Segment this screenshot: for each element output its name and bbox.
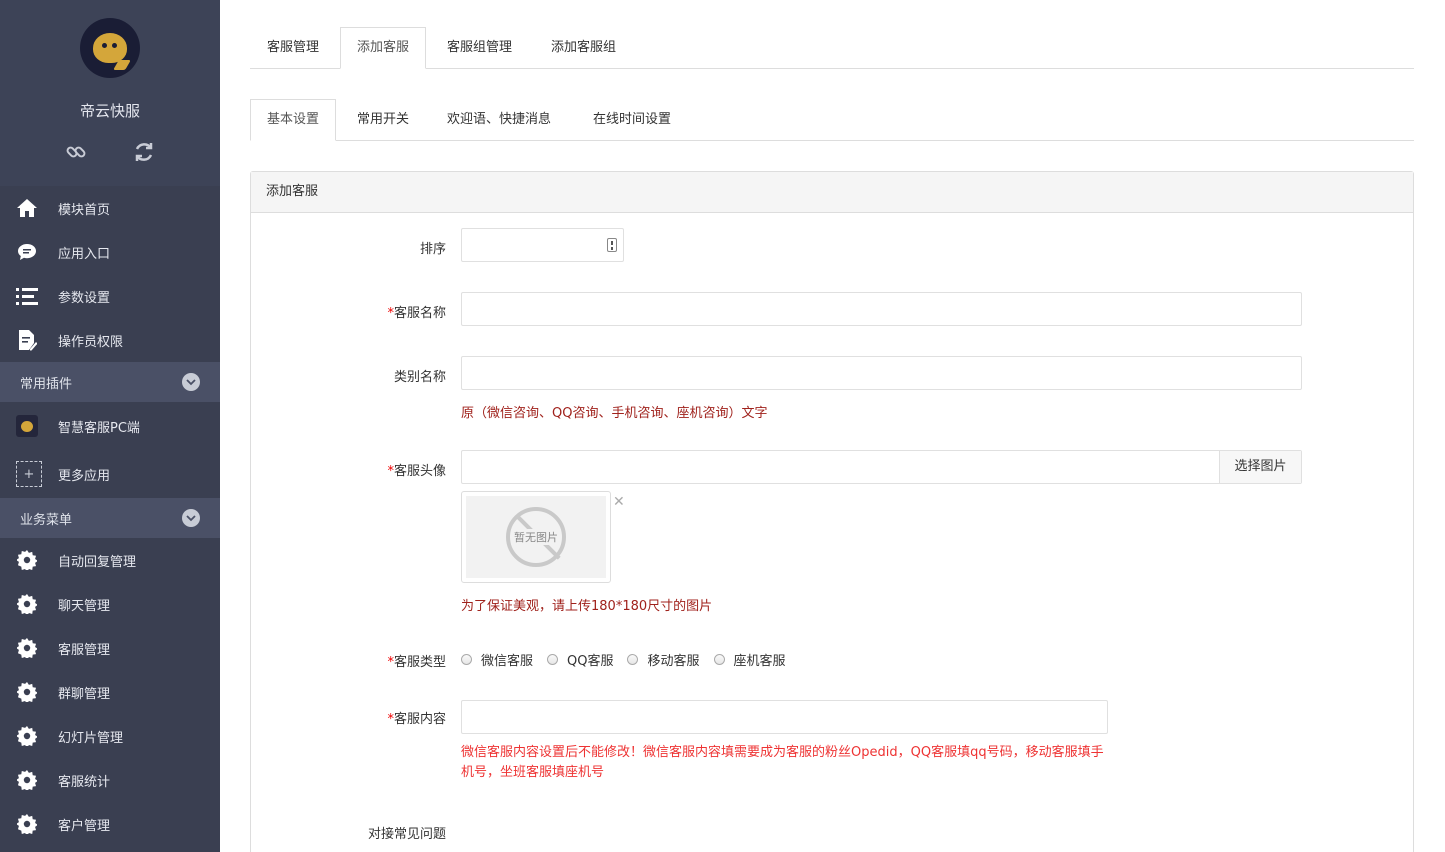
choose-image-button[interactable]: 选择图片 xyxy=(1219,451,1301,483)
plugin-logo-icon xyxy=(16,415,38,437)
top-tabs: 客服管理 添加客服 客服组管理 添加客服组 xyxy=(250,0,1414,69)
plus-icon: + xyxy=(16,461,42,487)
nav-label: 客户管理 xyxy=(58,818,111,834)
gear-icon xyxy=(16,549,38,571)
main-content: 客服管理 添加客服 客服组管理 添加客服组 基本设置 常用开关 欢迎语、快捷消息… xyxy=(250,0,1414,852)
remove-image-icon[interactable]: ✕ xyxy=(613,494,625,510)
nav-label: 参数设置 xyxy=(58,290,111,306)
nav-service-stats[interactable]: 客服统计 xyxy=(0,758,220,802)
nav-label: 幻灯片管理 xyxy=(58,730,124,746)
home-icon xyxy=(16,197,38,219)
category-help: 原（微信咨询、QQ咨询、手机咨询、座机咨询）文字 xyxy=(461,406,768,421)
tab-service-mgmt[interactable]: 客服管理 xyxy=(250,27,336,69)
avatar-help: 为了保证美观，请上传180*180尺寸的图片 xyxy=(461,599,713,614)
chat-bubble-icon xyxy=(16,241,38,263)
nav-label: 客服管理 xyxy=(58,642,111,658)
nav-auto-reply[interactable]: 自动回复管理 xyxy=(0,538,220,582)
gear-icon xyxy=(16,593,38,615)
nav-label: 操作员权限 xyxy=(58,334,124,350)
avatar-path-input[interactable]: 选择图片 xyxy=(461,450,1302,484)
tab-add-service-group[interactable]: 添加客服组 xyxy=(534,27,633,69)
gear-icon xyxy=(16,681,38,703)
service-name-input[interactable] xyxy=(461,292,1302,326)
group-label: 业务菜单 xyxy=(20,512,73,528)
content-help: 微信客服内容设置后不能修改！微信客服内容填需要成为客服的粉丝Opedid，QQ客… xyxy=(461,745,1104,780)
sidebar-profile: 帝云快服 xyxy=(0,0,220,186)
add-service-panel: 添加客服 排序 *客服名称 类别名称 原（微信咨询、QQ咨询、手机咨询、座机咨询… xyxy=(250,171,1414,852)
tab-basic-settings[interactable]: 基本设置 xyxy=(250,99,337,141)
nav-label: 客服统计 xyxy=(58,774,111,790)
tab-service-group-mgmt[interactable]: 客服组管理 xyxy=(430,27,529,69)
radio-qq-service[interactable]: QQ客服 xyxy=(547,650,613,669)
nav-operator-perms[interactable]: 操作员权限 xyxy=(0,318,220,362)
nav-label: 群聊管理 xyxy=(58,686,111,702)
chevron-down-icon xyxy=(182,509,200,527)
panel-title: 添加客服 xyxy=(251,172,1413,213)
group-business-menu[interactable]: 业务菜单 xyxy=(0,498,220,538)
name-label: *客服名称 xyxy=(387,306,446,321)
no-image-icon: 暂无图片 xyxy=(506,507,566,567)
category-name-input[interactable] xyxy=(461,356,1302,390)
tab-online-time[interactable]: 在线时间设置 xyxy=(576,99,688,141)
gear-icon xyxy=(16,637,38,659)
category-label: 类别名称 xyxy=(393,370,446,385)
list-settings-icon xyxy=(16,285,38,307)
nav-chat-mgmt[interactable]: 聊天管理 xyxy=(0,582,220,626)
nav-module-home[interactable]: 模块首页 xyxy=(0,186,220,230)
content-label: *客服内容 xyxy=(387,712,446,727)
app-name: 帝云快服 xyxy=(79,102,140,120)
link-icon[interactable] xyxy=(64,140,88,164)
nav-label: 自动回复管理 xyxy=(58,554,137,570)
chevron-down-icon xyxy=(182,373,200,391)
service-type-radios: 微信客服 QQ客服 移动客服 座机客服 xyxy=(461,650,800,669)
tab-common-switches[interactable]: 常用开关 xyxy=(340,99,426,141)
nav-slideshow-mgmt[interactable]: 幻灯片管理 xyxy=(0,714,220,758)
plugin-more-apps[interactable]: + 更多应用 xyxy=(0,450,220,498)
tab-add-service[interactable]: 添加客服 xyxy=(340,27,427,69)
plugin-label: 智慧客服PC端 xyxy=(58,420,140,436)
refresh-icon[interactable] xyxy=(132,140,156,164)
gear-icon xyxy=(16,769,38,791)
nav-app-entry[interactable]: 应用入口 xyxy=(0,230,220,274)
avatar-label: *客服头像 xyxy=(387,464,446,479)
faq-label: 对接常见问题 xyxy=(367,827,446,842)
sidebar: 帝云快服 模块首页 应用入口 参数设置 操作员权限 常用插件 智慧客服PC端 +… xyxy=(0,0,220,852)
nav-label: 应用入口 xyxy=(58,246,111,262)
nav-group-chat-mgmt[interactable]: 群聊管理 xyxy=(0,670,220,714)
nav-params[interactable]: 参数设置 xyxy=(0,274,220,318)
no-image-text: 暂无图片 xyxy=(513,529,559,545)
document-edit-icon xyxy=(16,329,38,351)
radio-wechat-service[interactable]: 微信客服 xyxy=(461,650,533,669)
number-spinner-icon[interactable] xyxy=(607,238,617,252)
nav-customer-mgmt[interactable]: 客户管理 xyxy=(0,802,220,846)
nav-service-mgmt[interactable]: 客服管理 xyxy=(0,626,220,670)
group-common-plugins[interactable]: 常用插件 xyxy=(0,362,220,402)
service-content-input[interactable] xyxy=(461,700,1108,734)
nav-label: 聊天管理 xyxy=(58,598,111,614)
tab-welcome-quick-msg[interactable]: 欢迎语、快捷消息 xyxy=(430,99,568,141)
chat-face-icon xyxy=(93,33,127,63)
app-logo xyxy=(80,18,140,78)
radio-mobile-service[interactable]: 移动客服 xyxy=(627,650,700,669)
avatar-preview: 暂无图片 xyxy=(461,491,611,583)
gear-icon xyxy=(16,725,38,747)
nav-label: 模块首页 xyxy=(58,202,111,218)
group-label: 常用插件 xyxy=(20,376,73,392)
radio-landline-service[interactable]: 座机客服 xyxy=(713,650,786,669)
sort-label: 排序 xyxy=(419,242,446,257)
gear-icon xyxy=(16,813,38,835)
plugin-label: 更多应用 xyxy=(58,468,111,484)
type-label: *客服类型 xyxy=(387,655,446,670)
sort-input[interactable] xyxy=(461,228,624,262)
plugin-smart-service-pc[interactable]: 智慧客服PC端 xyxy=(0,402,220,450)
sub-tabs: 基本设置 常用开关 欢迎语、快捷消息 在线时间设置 xyxy=(250,69,1414,141)
